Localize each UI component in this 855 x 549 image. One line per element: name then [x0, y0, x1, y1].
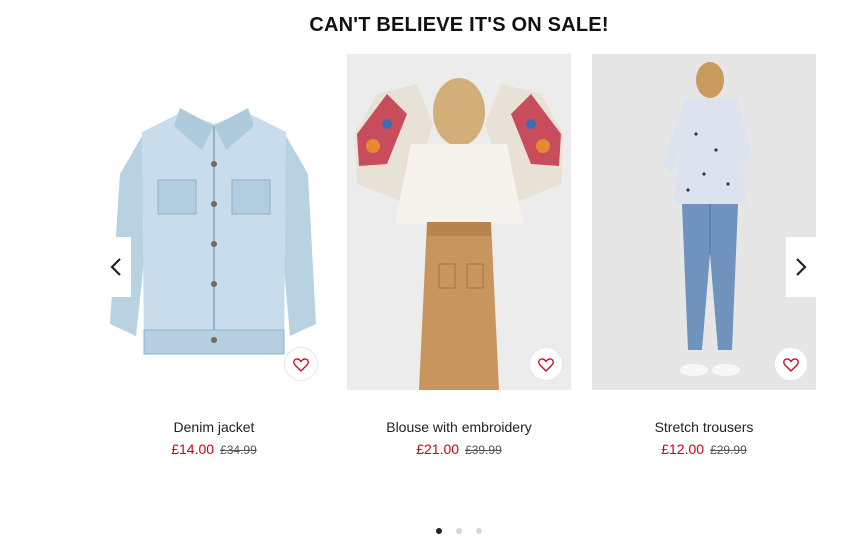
next-button[interactable]: [786, 237, 816, 297]
heart-icon: [293, 357, 309, 372]
original-price: £29.99: [710, 443, 747, 457]
product-name[interactable]: Blouse with embroidery: [347, 419, 571, 435]
product-card[interactable]: Stretch trousers £12.00 £29.99: [592, 54, 816, 457]
chevron-right-icon: [796, 258, 807, 276]
favorite-button[interactable]: [284, 347, 318, 381]
product-image-denim-jacket[interactable]: [102, 54, 326, 390]
chevron-left-icon: [110, 258, 121, 276]
product-prices: £21.00 £39.99: [347, 441, 571, 457]
favorite-button[interactable]: [774, 347, 808, 381]
heart-icon: [538, 357, 554, 372]
carousel-title: CAN'T BELIEVE IT'S ON SALE!: [309, 14, 609, 36]
product-image-blouse-with-embroidery[interactable]: [347, 54, 571, 390]
favorite-button[interactable]: [529, 347, 563, 381]
original-price: £34.99: [220, 443, 257, 457]
original-price: £39.99: [465, 443, 502, 457]
product-image-stretch-trousers[interactable]: [592, 54, 816, 390]
pagination-dot-2[interactable]: [456, 528, 462, 534]
product-card[interactable]: Blouse with embroidery £21.00 £39.99: [347, 54, 571, 457]
sale-price: £14.00: [171, 441, 215, 457]
product-prices: £12.00 £29.99: [592, 441, 816, 457]
sale-carousel: CAN'T BELIEVE IT'S ON SALE! Denim jacket…: [0, 0, 855, 549]
sale-price: £21.00: [416, 441, 460, 457]
sale-price: £12.00: [661, 441, 705, 457]
pagination-dots: [0, 528, 855, 534]
product-prices: £14.00 £34.99: [102, 441, 326, 457]
pagination-dot-1[interactable]: [436, 528, 442, 534]
product-card[interactable]: Denim jacket £14.00 £34.99: [102, 54, 326, 457]
heart-icon: [783, 357, 799, 372]
pagination-dot-3[interactable]: [476, 528, 482, 534]
product-name[interactable]: Denim jacket: [102, 419, 326, 435]
product-name[interactable]: Stretch trousers: [592, 419, 816, 435]
prev-button[interactable]: [101, 237, 131, 297]
